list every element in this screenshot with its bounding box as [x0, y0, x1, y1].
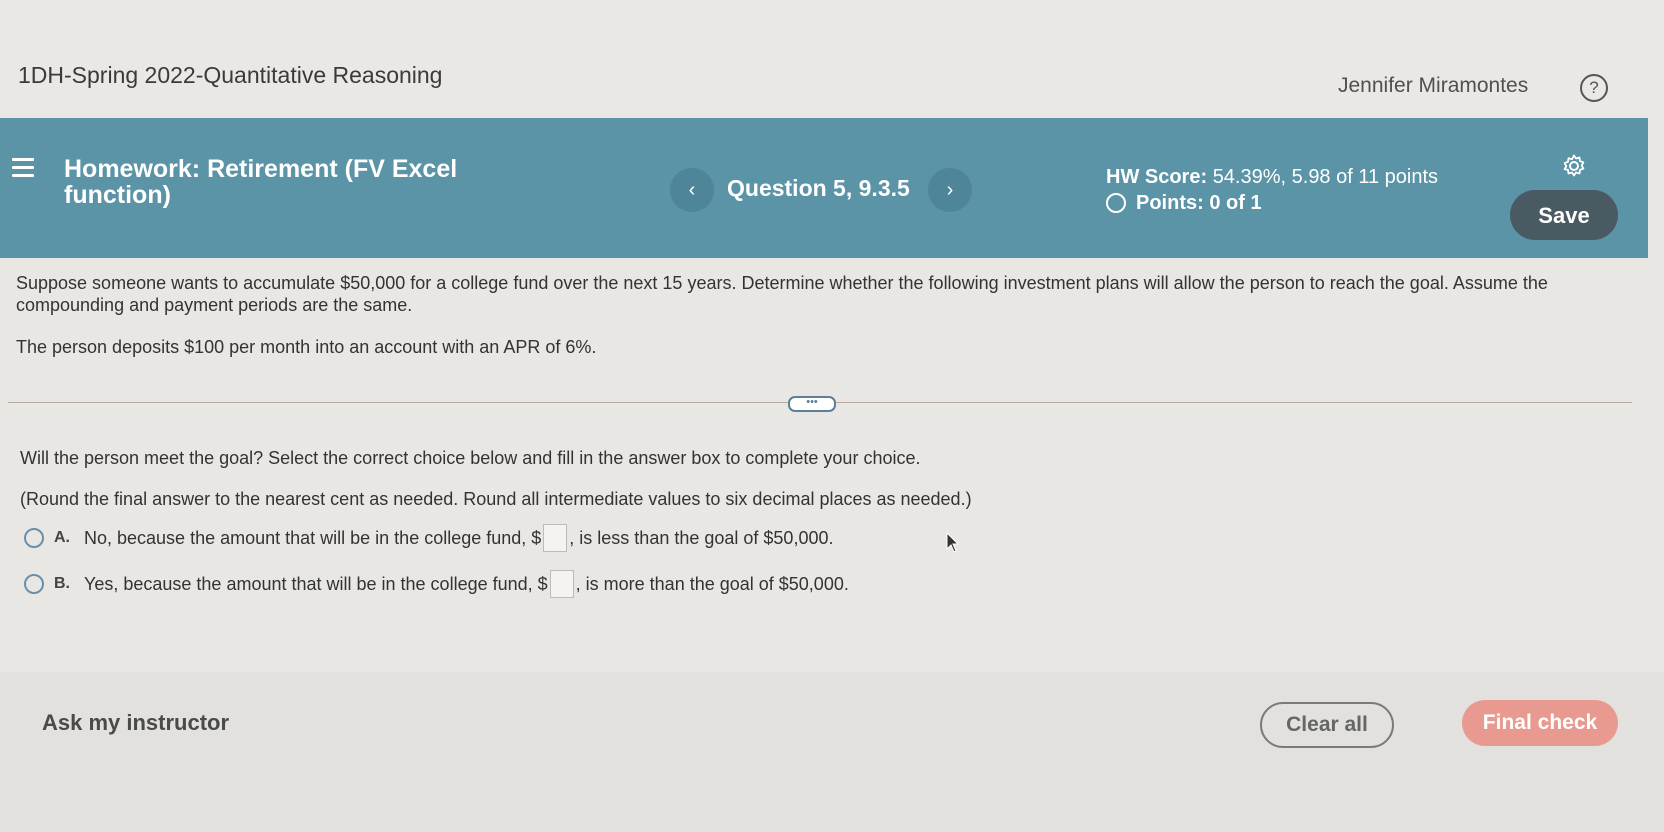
- save-button[interactable]: Save: [1510, 190, 1618, 240]
- choice-text: , is more than the goal of $50,000.: [575, 573, 849, 594]
- choice-text: Yes, because the amount that will be in …: [84, 573, 548, 594]
- next-question-button[interactable]: ›: [928, 168, 972, 212]
- choice-text: No, because the amount that will be in t…: [84, 527, 542, 548]
- top-bar: 1DH-Spring 2022-Quantitative Reasoning J…: [0, 0, 1664, 115]
- points: Points: 0 of 1: [1106, 192, 1262, 215]
- clear-all-button[interactable]: Clear all: [1260, 702, 1394, 748]
- answer-input-b[interactable]: [549, 570, 574, 598]
- question-block: Will the person meet the goal? Select th…: [20, 448, 1420, 530]
- hw-score-label: HW Score:: [1106, 166, 1208, 188]
- homework-title: Homework: Retirement (FV Excel function): [64, 155, 458, 209]
- expand-more-button[interactable]: •••: [788, 396, 836, 412]
- ask-instructor-button[interactable]: Ask my instructor: [42, 710, 229, 736]
- choice-letter: B.: [54, 575, 70, 592]
- choice-b-radio[interactable]: [24, 574, 44, 594]
- problem-paragraph: Suppose someone wants to accumulate $50,…: [16, 273, 1548, 315]
- question-prompt: Will the person meet the goal? Select th…: [20, 448, 921, 468]
- points-status-icon: [1106, 193, 1126, 213]
- hw-score: HW Score: 54.39%, 5.98 of 11 points: [1106, 166, 1438, 189]
- course-title[interactable]: 1DH-Spring 2022-Quantitative Reasoning: [18, 62, 442, 89]
- choice-b[interactable]: B. Yes, because the amount that will be …: [24, 570, 849, 598]
- choice-a-radio[interactable]: [24, 528, 44, 548]
- answer-input-a[interactable]: [543, 524, 568, 552]
- problem-statement: Suppose someone wants to accumulate $50,…: [16, 272, 1616, 378]
- rounding-instruction: (Round the final answer to the nearest c…: [20, 489, 972, 509]
- points-label: Points: 0 of 1: [1136, 192, 1262, 214]
- choice-a[interactable]: A. No, because the amount that will be i…: [24, 524, 833, 552]
- problem-paragraph: The person deposits $100 per month into …: [16, 337, 597, 357]
- choice-text: , is less than the goal of $50,000.: [569, 527, 834, 548]
- previous-question-button[interactable]: ‹: [670, 168, 714, 212]
- footer-bar: Ask my instructor Clear all Final check: [0, 672, 1664, 832]
- question-label: Question 5, 9.3.5: [727, 175, 910, 201]
- mouse-cursor-icon: [946, 532, 960, 553]
- hw-score-value: 54.39%, 5.98 of 11 points: [1212, 166, 1439, 188]
- final-check-button[interactable]: Final check: [1462, 700, 1618, 746]
- user-name[interactable]: Jennifer Miramontes: [1338, 74, 1528, 98]
- help-icon[interactable]: ?: [1580, 74, 1608, 102]
- choice-letter: A.: [54, 529, 70, 546]
- homework-header: Homework: Retirement (FV Excel function)…: [0, 118, 1648, 258]
- menu-icon[interactable]: [12, 158, 34, 178]
- settings-gear-icon[interactable]: [1562, 154, 1586, 178]
